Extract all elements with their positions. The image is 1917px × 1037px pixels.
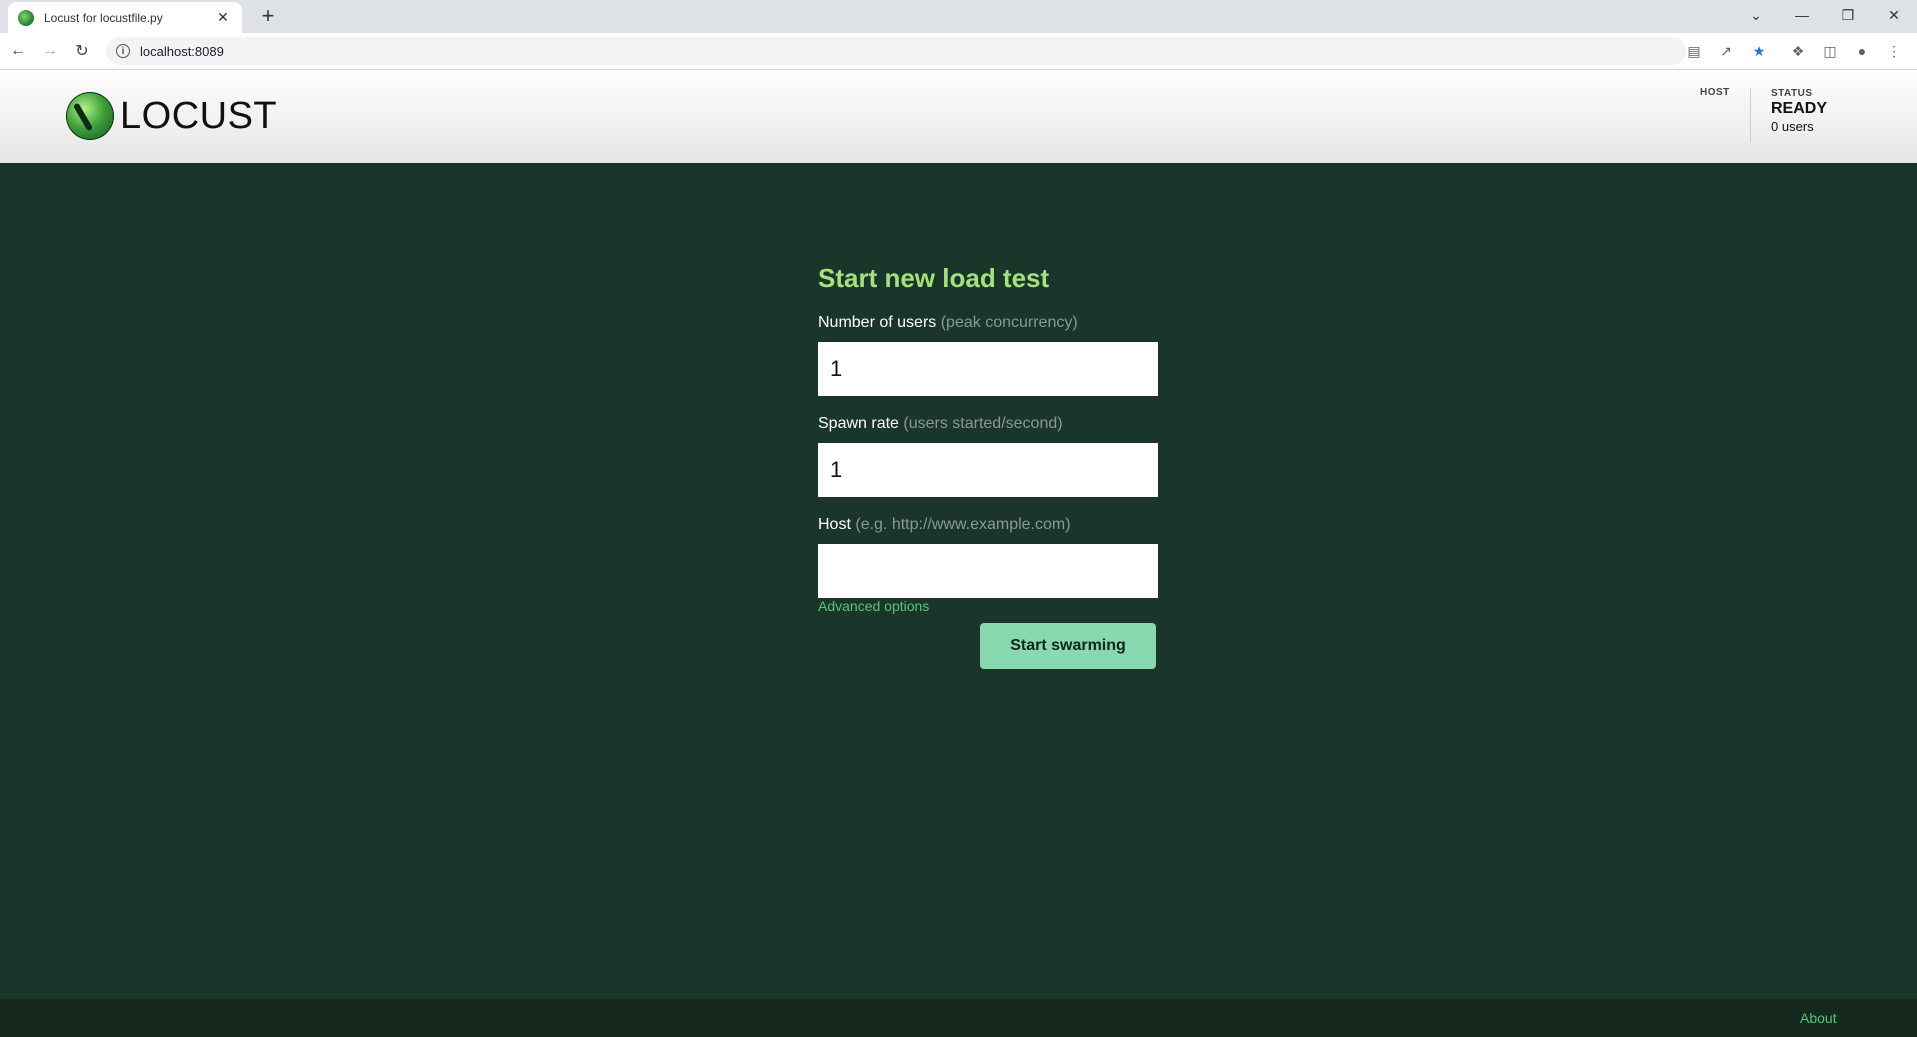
menu-kebab-icon[interactable]: ⋮ [1884,41,1904,61]
new-tab-button[interactable]: + [256,4,280,28]
app-header: LOCUST HOST STATUS READY 0 users [0,70,1917,163]
spawn-label: Spawn rate [818,415,899,432]
logo-text: LOCUST [120,94,278,137]
status-label: STATUS [1771,88,1813,99]
locust-logo-icon [66,92,114,140]
main-content: Start new load test Number of users (pea… [0,163,1917,999]
host-hint: (e.g. http://www.example.com) [855,516,1071,533]
advanced-options-link[interactable]: Advanced options [818,598,1158,614]
bookmark-star-icon[interactable]: ★ [1749,41,1769,61]
about-link[interactable]: About [1800,1010,1837,1026]
side-panel-icon[interactable]: ◫ [1820,41,1840,61]
extensions-icon[interactable]: ❖ [1788,41,1808,61]
host-label: HOST [1700,87,1730,98]
tab-search-icon[interactable]: ⌄ [1733,0,1779,30]
forward-arrow-icon[interactable]: → [38,39,62,63]
translate-icon[interactable]: ▤ [1684,41,1704,61]
profile-avatar-icon[interactable]: ● [1852,41,1872,61]
header-divider [1750,88,1751,142]
close-window-button[interactable]: ✕ [1871,0,1917,30]
spawn-hint: (users started/second) [903,415,1063,432]
spawn-rate-input[interactable] [818,443,1158,497]
users-input[interactable] [818,342,1158,396]
locust-favicon-icon [18,9,34,26]
status-value: READY [1771,100,1828,117]
footer: About [0,999,1917,1037]
start-test-form: Start new load test Number of users (pea… [818,263,1158,669]
user-count: 0 users [1771,119,1814,134]
address-bar[interactable]: i localhost:8089 [106,37,1686,65]
users-field-label: Number of users (peak concurrency) [818,314,1158,332]
tab-title: Locust for locustfile.py [44,10,163,25]
locust-logo[interactable]: LOCUST [66,92,277,140]
restore-button[interactable]: ❐ [1825,0,1871,30]
browser-tab[interactable]: Locust for locustfile.py ✕ [8,2,242,33]
status-block: STATUS READY 0 users [1771,88,1827,134]
form-title: Start new load test [818,263,1050,293]
tab-close-icon[interactable]: ✕ [214,9,232,26]
share-icon[interactable]: ↗ [1716,41,1736,61]
browser-tab-strip: Locust for locustfile.py ✕ + ⌄ — ❐ ✕ [0,0,1917,33]
back-arrow-icon[interactable]: ← [6,39,30,63]
users-hint: (peak concurrency) [940,314,1078,331]
minimize-button[interactable]: — [1779,0,1825,30]
url-text: localhost:8089 [140,43,224,59]
start-swarming-button[interactable]: Start swarming [980,623,1156,669]
host-input[interactable] [818,544,1158,598]
browser-toolbar: ← → ↻ i localhost:8089 ▤ ↗ ★ ❖ ◫ ● ⋮ [0,33,1917,70]
site-info-icon[interactable]: i [116,44,130,58]
host-field-label: Host (e.g. http://www.example.com) [818,516,1158,534]
spawn-field-label: Spawn rate (users started/second) [818,415,1158,433]
reload-icon[interactable]: ↻ [70,39,94,63]
host-label-text: Host [818,516,851,533]
users-label: Number of users [818,314,937,331]
